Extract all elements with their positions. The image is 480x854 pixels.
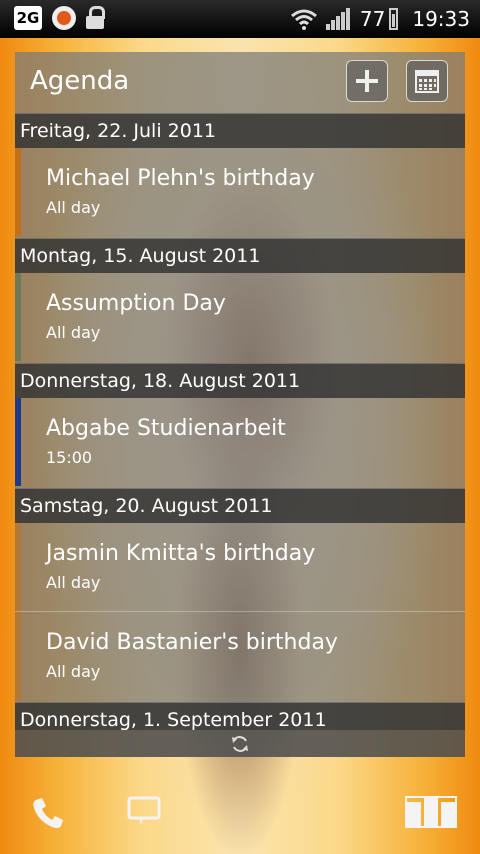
battery-icon [389,8,399,30]
day-header: Freitag, 22. Juli 2011 [15,113,465,148]
agenda-event[interactable]: David Bastanier's birthday All day [15,612,465,700]
event-title: Jasmin Kmitta's birthday [46,541,316,566]
phone-icon[interactable] [30,796,66,832]
event-time: All day [46,662,101,681]
day-header: Donnerstag, 1. September 2011 [15,702,465,730]
battery-level: 77 [359,7,386,31]
event-color-bar [15,148,21,236]
status-bar: 2G 77 19:33 [0,0,480,38]
agenda-event[interactable]: Jasmin Kmitta's birthday All day [15,523,465,611]
lock-icon [86,6,105,30]
recording-icon [52,6,76,30]
widget-title: Agenda [30,66,130,96]
event-title: David Bastanier's birthday [46,630,338,655]
plus-icon [356,70,378,92]
event-time: 15:00 [46,448,93,467]
network-2g-icon: 2G [14,6,42,30]
calendar-icon [415,70,439,93]
event-color-bar [15,398,21,486]
event-color-bar [15,523,21,611]
clock: 19:33 [412,7,470,31]
event-time: All day [46,198,101,217]
event-time: All day [46,573,101,592]
messages-icon[interactable] [127,795,161,829]
agenda-event[interactable]: Abgabe Studienarbeit 15:00 [15,398,465,486]
agenda-widget: Agenda Freitag, 22. Juli 2011 Michael Pl… [15,52,465,757]
refresh-icon[interactable] [230,734,250,754]
widget-header: Agenda [15,52,465,112]
wifi-icon [290,8,318,30]
event-title: Michael Plehn's birthday [46,166,315,191]
event-title: Assumption Day [46,291,226,316]
event-title: Abgabe Studienarbeit [46,416,286,441]
event-time: All day [46,323,101,342]
signal-icon [325,8,352,30]
day-header: Samstag, 20. August 2011 [15,488,465,523]
day-header: Donnerstag, 18. August 2011 [15,363,465,398]
agenda-event[interactable]: Assumption Day All day [15,273,465,361]
app-drawer-icon[interactable] [405,796,457,828]
widget-footer [15,730,465,757]
open-calendar-button[interactable] [406,60,448,102]
event-color-bar [15,273,21,361]
add-event-button[interactable] [346,60,388,102]
agenda-event[interactable]: Michael Plehn's birthday All day [15,148,465,236]
day-header: Montag, 15. August 2011 [15,238,465,273]
event-color-bar [15,612,21,700]
